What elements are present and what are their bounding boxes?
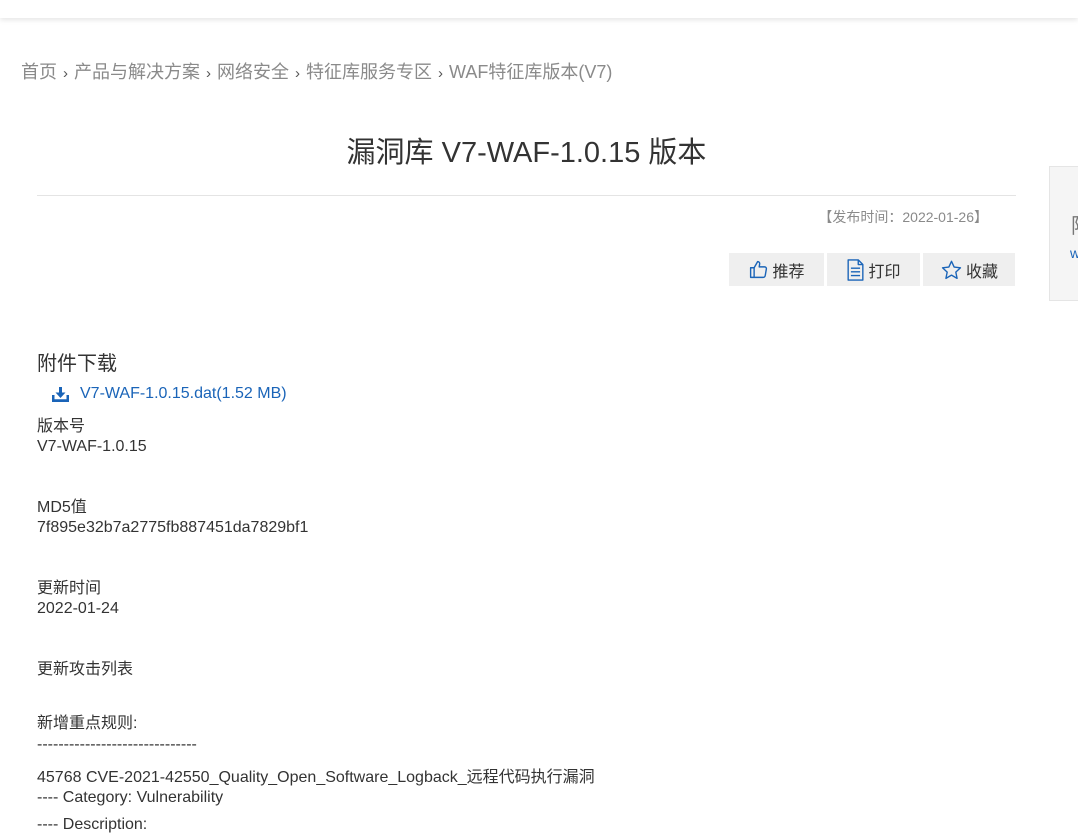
- breadcrumb-home[interactable]: 首页: [21, 62, 57, 82]
- page-title: 漏洞库 V7-WAF-1.0.15 版本: [346, 137, 707, 169]
- print-button[interactable]: 打印: [827, 253, 920, 286]
- update-time-value: 2022-01-24: [37, 600, 119, 617]
- md5-label: MD5值: [37, 499, 87, 516]
- side-panel: 阿 w: [1049, 166, 1078, 301]
- breadcrumb-signature-zone[interactable]: 特征库服务专区: [306, 62, 432, 82]
- attachment-filename: V7-WAF-1.0.15.dat(1.52 MB): [80, 385, 287, 402]
- top-nav-bar: [0, 0, 1078, 18]
- description-line: ---- Description:: [37, 816, 148, 833]
- thumbs-up-icon: [750, 260, 768, 279]
- recommend-button[interactable]: 推荐: [729, 253, 824, 286]
- breadcrumb-separator: ›: [206, 65, 211, 82]
- favorite-button[interactable]: 收藏: [923, 253, 1015, 286]
- download-icon: [52, 386, 69, 402]
- star-icon: [941, 260, 962, 279]
- update-time-label: 更新时间: [37, 580, 102, 597]
- breadcrumb-separator: ›: [63, 65, 68, 82]
- document-icon: [847, 258, 865, 281]
- rule-line: 45768 CVE-2021-42550_Quality_Open_Softwa…: [37, 769, 595, 786]
- new-rules-label: 新增重点规则:: [37, 715, 138, 732]
- breadcrumb-products[interactable]: 产品与解决方案: [74, 62, 200, 82]
- version-value: V7-WAF-1.0.15: [37, 438, 147, 455]
- side-panel-heading: 阿: [1071, 210, 1078, 240]
- breadcrumb-waf-versions[interactable]: WAF特征库版本(V7): [449, 62, 612, 82]
- attachments-heading: 附件下载: [37, 353, 117, 375]
- article-actions: 推荐 打印 收藏: [729, 253, 1018, 286]
- breadcrumb-separator: ›: [295, 65, 300, 82]
- favorite-label: 收藏: [965, 263, 998, 281]
- recommend-label: 推荐: [772, 263, 805, 281]
- version-label: 版本号: [37, 418, 86, 435]
- attachment-download-link[interactable]: V7-WAF-1.0.15.dat(1.52 MB): [52, 385, 287, 403]
- rules-separator-dashes: ------------------------------: [37, 736, 197, 753]
- print-label: 打印: [868, 263, 901, 281]
- breadcrumb: 首页 › 产品与解决方案 › 网络安全 › 特征库服务专区 › WAF特征库版本(V7): [21, 58, 612, 84]
- category-line: ---- Category: Vulnerability: [37, 789, 224, 806]
- attack-list-label: 更新攻击列表: [37, 661, 134, 678]
- publish-date: 【发布时间：2022-01-26】: [818, 209, 988, 225]
- title-divider: [37, 195, 1016, 196]
- breadcrumb-separator: ›: [438, 65, 443, 82]
- side-panel-link[interactable]: w: [1070, 245, 1078, 261]
- breadcrumb-network-security[interactable]: 网络安全: [217, 62, 289, 82]
- md5-value: 7f895e32b7a2775fb887451da7829bf1: [37, 519, 309, 536]
